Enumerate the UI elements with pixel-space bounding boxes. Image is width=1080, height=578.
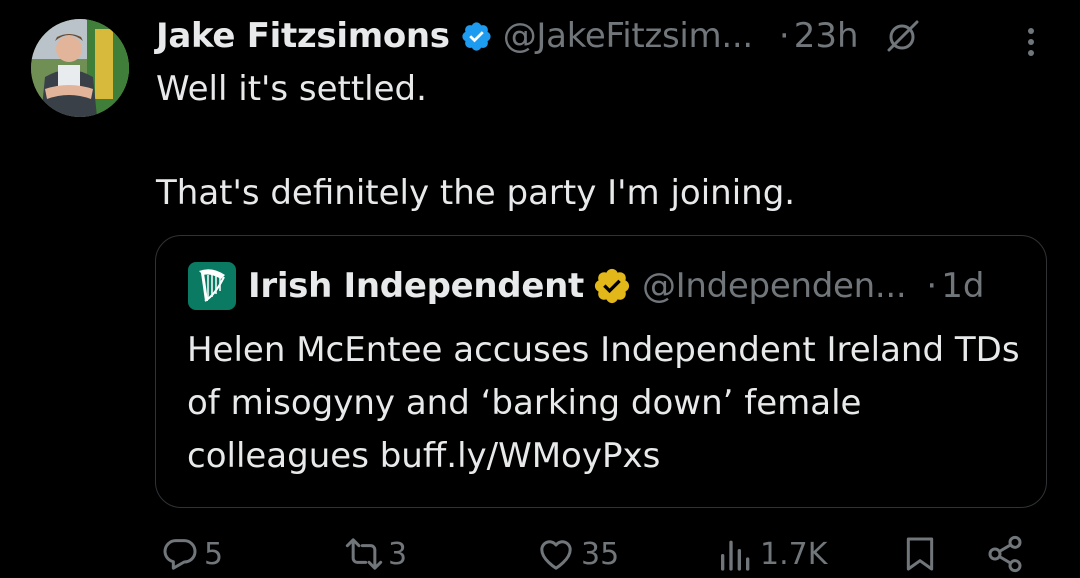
reply-button[interactable]: 5 bbox=[160, 534, 223, 574]
views-button[interactable]: 1.7K bbox=[716, 534, 827, 574]
repost-icon bbox=[345, 538, 383, 570]
repost-count: 3 bbox=[388, 536, 408, 572]
verified-badge-icon bbox=[462, 21, 491, 51]
grok-icon[interactable] bbox=[885, 18, 921, 54]
views-count: 1.7K bbox=[760, 536, 828, 572]
quoted-separator-dot: · bbox=[926, 266, 938, 306]
gold-verified-badge-icon bbox=[594, 268, 630, 304]
quoted-text: Helen McEntee accuses Independent Irelan… bbox=[187, 330, 1020, 476]
views-icon bbox=[721, 540, 750, 571]
reply-count: 5 bbox=[204, 536, 224, 572]
tweet-text: Well it's settled. That's definitely the… bbox=[156, 66, 1036, 216]
share-button[interactable] bbox=[985, 534, 1025, 574]
like-icon bbox=[540, 540, 572, 570]
tweet-header: Jake Fitzsimons @JakeFitzsim... · 23h bbox=[156, 12, 921, 60]
quoted-header: Irish Independent @Independen... · 1d bbox=[188, 261, 984, 311]
repost-button[interactable]: 3 bbox=[342, 534, 407, 574]
tweet-text-line-1: Well it's settled. bbox=[156, 69, 427, 109]
separator-dot: · bbox=[778, 16, 790, 56]
tweet-time[interactable]: 23h bbox=[794, 16, 859, 56]
harp-logo-icon bbox=[188, 262, 236, 310]
like-count: 35 bbox=[581, 536, 620, 572]
author-avatar[interactable] bbox=[31, 19, 129, 117]
action-bar: 5 3 35 1.7K bbox=[0, 530, 1080, 578]
tweet-text-line-2: That's definitely the party I'm joining. bbox=[156, 173, 796, 213]
quoted-author-handle[interactable]: @Independen... bbox=[642, 266, 907, 306]
bookmark-icon bbox=[906, 537, 934, 571]
more-icon[interactable] bbox=[1016, 24, 1046, 60]
quoted-tweet[interactable]: Irish Independent @Independen... · 1d He… bbox=[155, 235, 1047, 508]
like-button[interactable]: 35 bbox=[535, 534, 619, 574]
bookmark-button[interactable] bbox=[900, 534, 940, 574]
share-icon bbox=[988, 535, 1022, 573]
quoted-time[interactable]: 1d bbox=[941, 266, 984, 306]
author-name[interactable]: Jake Fitzsimons bbox=[156, 16, 450, 56]
quoted-author-name[interactable]: Irish Independent bbox=[248, 266, 584, 306]
author-handle[interactable]: @JakeFitzsim... bbox=[503, 16, 753, 56]
reply-icon bbox=[163, 539, 197, 570]
